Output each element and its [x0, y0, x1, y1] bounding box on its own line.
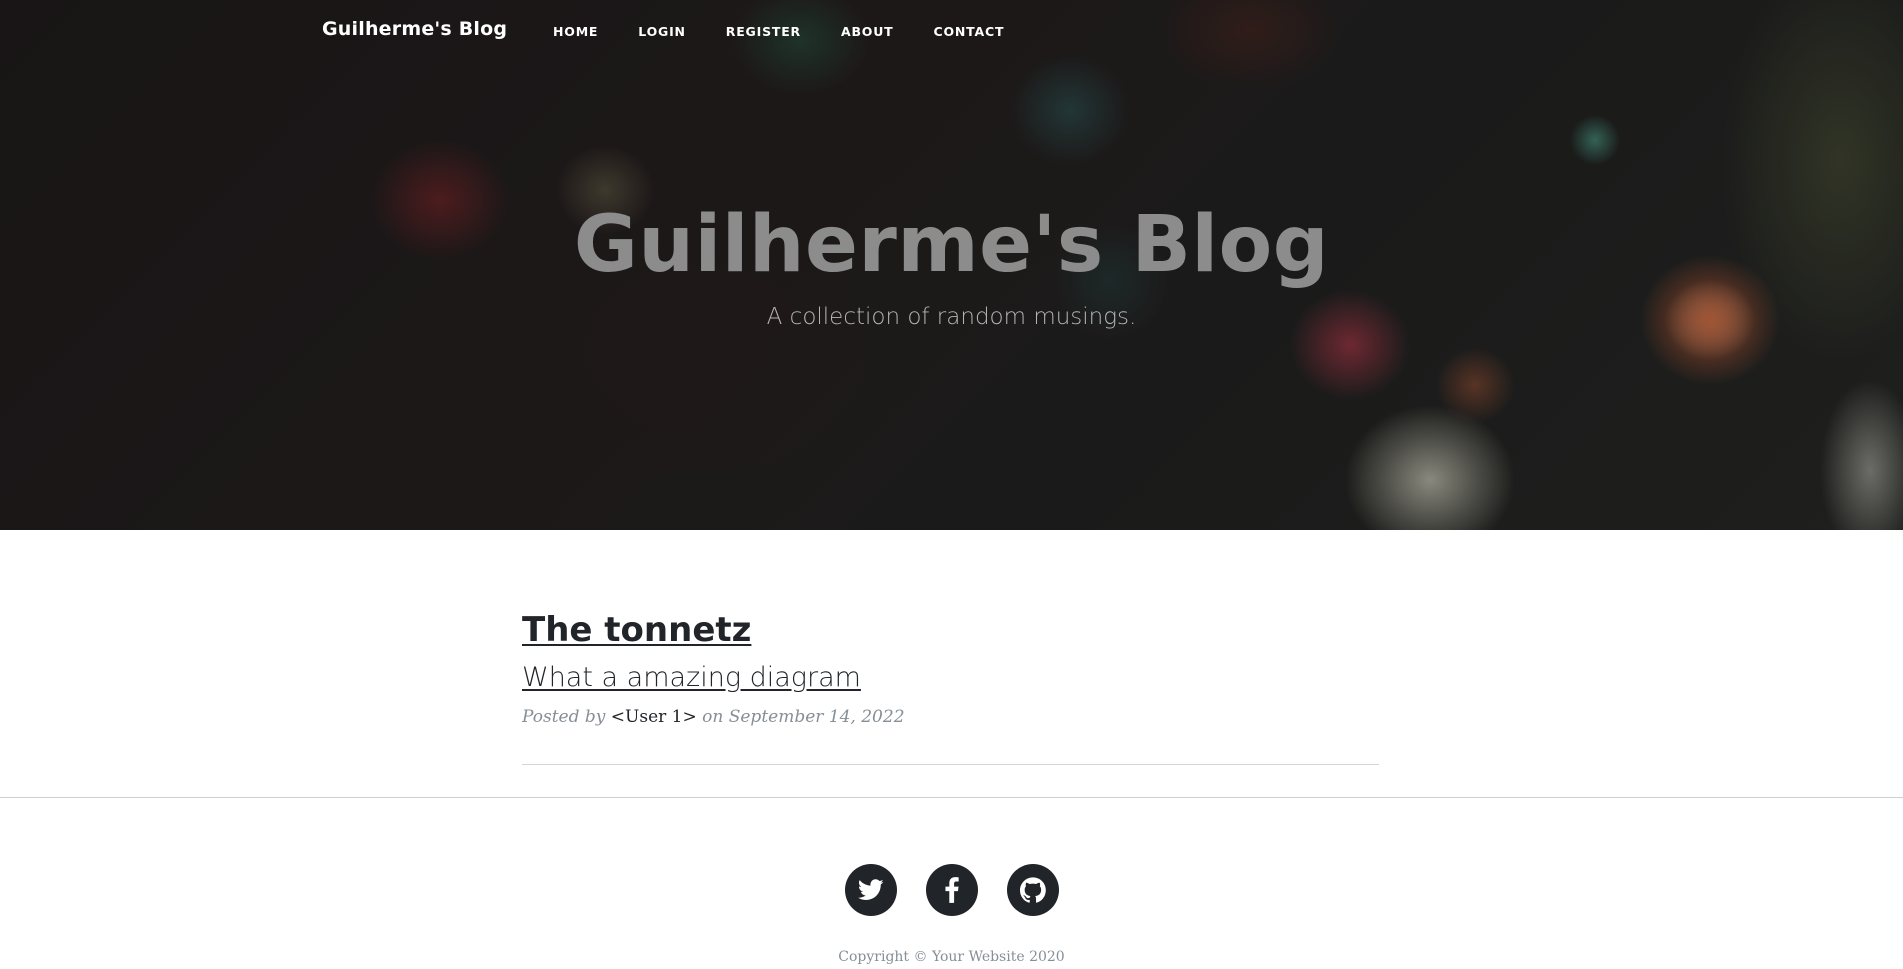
- post-author-link[interactable]: <User 1>: [611, 707, 697, 727]
- nav-link-contact[interactable]: CONTACT: [913, 24, 1024, 39]
- nav-links: HOME LOGIN REGISTER ABOUT CONTACT: [533, 24, 1024, 39]
- main-nav: Guilherme's Blog HOME LOGIN REGISTER ABO…: [0, 0, 1903, 64]
- nav-brand[interactable]: Guilherme's Blog: [322, 18, 507, 40]
- social-links: [0, 864, 1903, 916]
- hero-subtitle: A collection of random musings.: [766, 304, 1137, 330]
- post-meta: Posted by <User 1> on September 14, 2022: [522, 707, 1379, 727]
- nav-link-home[interactable]: HOME: [533, 24, 618, 39]
- post-meta-prefix: Posted by: [522, 707, 606, 727]
- github-icon: [1019, 877, 1046, 903]
- hero-title: Guilherme's Blog: [573, 200, 1330, 290]
- post-divider: [522, 764, 1379, 765]
- twitter-icon: [857, 879, 884, 900]
- nav-link-register[interactable]: REGISTER: [706, 24, 821, 39]
- copyright-text: Copyright © Your Website 2020: [838, 949, 1065, 965]
- github-link[interactable]: [1006, 864, 1059, 916]
- post-preview: The tonnetz What a amazing diagram Poste…: [522, 610, 1379, 727]
- twitter-link[interactable]: [844, 864, 897, 916]
- post-subtitle-link[interactable]: What a amazing diagram: [522, 662, 861, 693]
- facebook-link[interactable]: [925, 864, 978, 916]
- post-title-link[interactable]: The tonnetz: [522, 610, 751, 650]
- nav-link-login[interactable]: LOGIN: [618, 24, 706, 39]
- facebook-icon: [944, 877, 959, 903]
- footer-divider: [0, 797, 1903, 798]
- nav-link-about[interactable]: ABOUT: [821, 24, 914, 39]
- post-meta-date: on September 14, 2022: [702, 707, 905, 727]
